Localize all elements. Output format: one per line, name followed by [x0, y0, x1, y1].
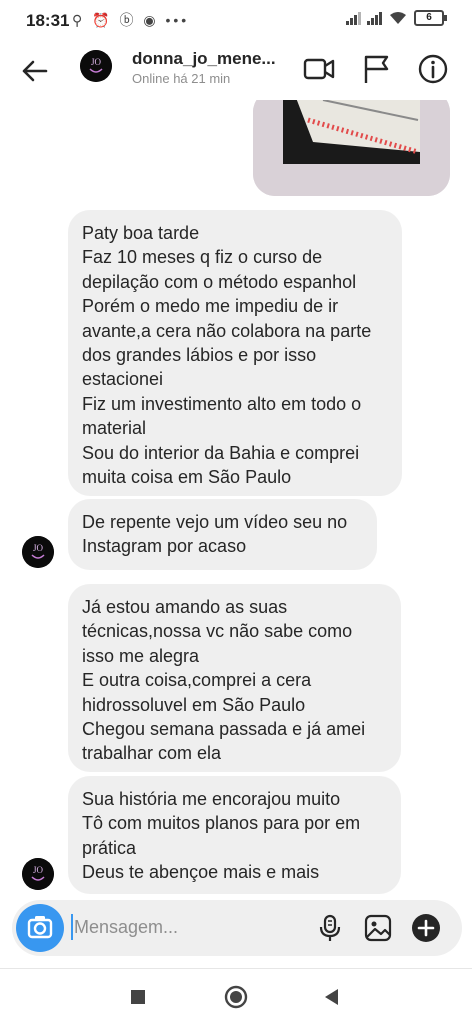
- plus-icon[interactable]: [410, 912, 442, 944]
- chat-username[interactable]: donna_jo_mene...: [132, 49, 276, 69]
- camera-icon: [27, 916, 53, 939]
- message-bubble[interactable]: De repente vejo um vídeo seu no Instagra…: [68, 499, 377, 570]
- info-icon[interactable]: [416, 52, 450, 86]
- signal-icon: [346, 11, 361, 25]
- svg-text:JO: JO: [33, 543, 44, 553]
- avatar[interactable]: JO: [80, 50, 112, 82]
- camera-button[interactable]: [16, 904, 64, 952]
- message-input[interactable]: [74, 914, 294, 940]
- signal-icon: [367, 11, 382, 25]
- online-status: Online há 21 min: [132, 71, 231, 86]
- system-nav-bar: [0, 968, 472, 1025]
- text-cursor: [71, 914, 73, 940]
- back-arrow-icon[interactable]: [18, 54, 52, 88]
- wifi-icon: [390, 12, 406, 24]
- status-time: 18:31: [26, 11, 70, 30]
- message-bubble[interactable]: Sua história me encorajou muito Tô com m…: [68, 776, 401, 894]
- recents-icon[interactable]: [124, 983, 152, 1011]
- avatar[interactable]: JO: [22, 858, 54, 890]
- home-icon[interactable]: [222, 983, 250, 1011]
- svg-text:JO: JO: [91, 57, 102, 67]
- battery-icon: 6: [414, 10, 447, 26]
- shared-image[interactable]: [253, 100, 450, 196]
- message-composer: [12, 900, 462, 956]
- gallery-icon[interactable]: [362, 912, 394, 944]
- message-bubble[interactable]: Já estou amando as suas técnicas,nossa v…: [68, 584, 401, 772]
- avatar[interactable]: JO: [22, 536, 54, 568]
- status-bar: 18:31 ⚲ ⏰ ⓑ ◉ ••• 6: [0, 0, 472, 42]
- svg-text:JO: JO: [33, 865, 44, 875]
- back-nav-icon[interactable]: [318, 983, 346, 1011]
- microphone-icon[interactable]: [314, 912, 346, 944]
- status-system-icons: 6: [346, 10, 447, 26]
- message-bubble[interactable]: Paty boa tarde Faz 10 meses q fiz o curs…: [68, 210, 402, 496]
- status-notification-icons: ⚲ ⏰ ⓑ ◉ •••: [72, 12, 190, 28]
- flag-icon[interactable]: [360, 52, 394, 86]
- video-camera-icon[interactable]: [302, 52, 336, 86]
- message-thread[interactable]: Paty boa tarde Faz 10 meses q fiz o curs…: [0, 100, 472, 900]
- chat-header: JO donna_jo_mene... Online há 21 min: [0, 42, 472, 100]
